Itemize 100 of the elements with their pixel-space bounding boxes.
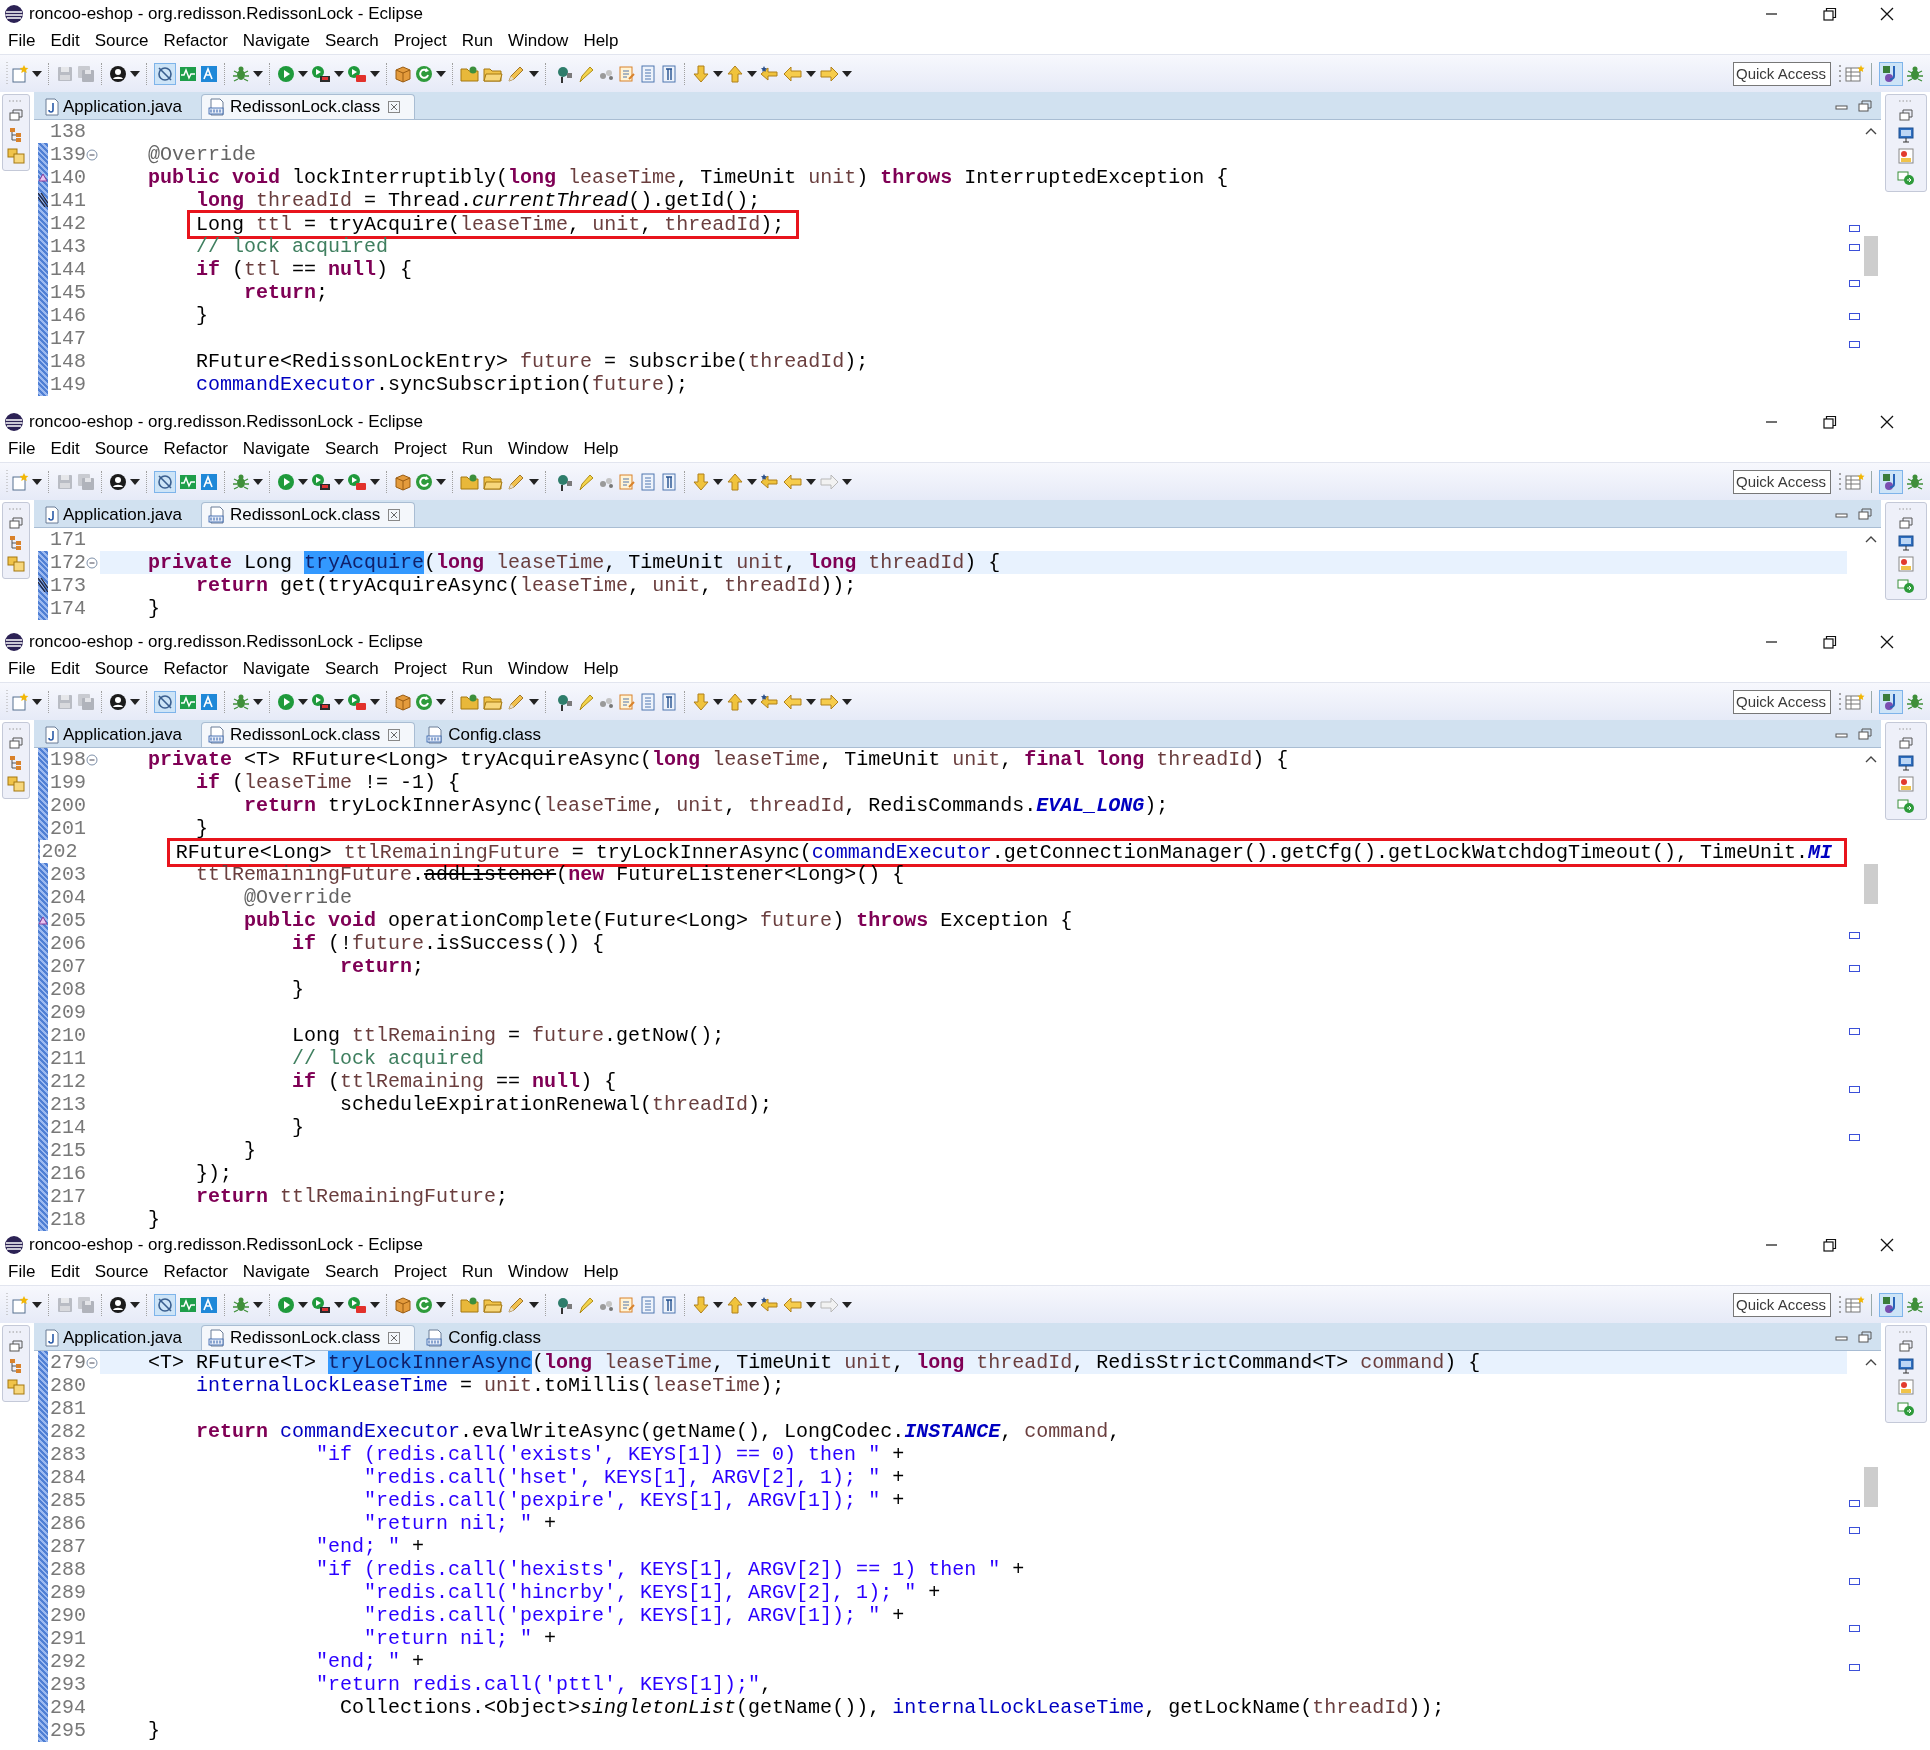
menu-item[interactable]: Search [324,439,379,459]
notepad-icon[interactable] [618,472,636,491]
square-icon[interactable] [200,1295,218,1314]
person-icon[interactable] [109,1295,127,1314]
caret-icon[interactable] [334,477,344,486]
menu-item[interactable]: Help [583,439,619,459]
caret-icon[interactable] [713,477,723,486]
person-icon[interactable] [109,692,127,711]
page-icon[interactable] [660,1295,678,1314]
person-icon[interactable] [109,472,127,491]
notepad-icon[interactable] [618,64,636,83]
folder-icon[interactable] [460,472,480,491]
packages-icon[interactable] [7,148,25,164]
menu-item[interactable]: Search [324,31,379,51]
menu-item[interactable]: Edit [50,659,80,679]
refresh-icon[interactable] [415,472,433,491]
menu-item[interactable]: Window [507,1262,569,1282]
editor-tab[interactable]: RedissonLock.class [201,1325,416,1350]
quick-access-field[interactable]: Quick Access [1733,689,1831,714]
close-icon[interactable] [388,1332,401,1344]
occurrence-mark[interactable] [1849,1663,1860,1671]
chart-icon[interactable] [179,1295,197,1314]
play-badge-icon[interactable] [311,692,331,711]
caret-icon[interactable] [130,697,140,706]
close-icon[interactable] [388,729,401,741]
editor-tab[interactable]: RedissonLock.class [201,722,416,747]
menu-item[interactable]: Source [94,659,149,679]
hierarchy-icon[interactable] [8,755,24,771]
box-icon[interactable] [394,1295,412,1314]
menu-item[interactable]: Source [94,1262,149,1282]
menu-item[interactable]: File [8,31,36,51]
arrow-icon[interactable] [1897,1400,1915,1416]
caret-icon[interactable] [253,1300,263,1309]
caret-icon[interactable] [806,697,816,706]
close-icon[interactable] [388,509,401,521]
folder-icon[interactable] [460,1295,480,1314]
bug-icon[interactable] [232,692,250,711]
collapse-icon[interactable] [86,753,98,766]
caret-icon[interactable] [842,69,852,78]
caret-icon[interactable] [130,69,140,78]
caret-icon[interactable] [32,1300,42,1309]
caret-icon[interactable] [806,69,816,78]
menu-item[interactable]: Project [393,659,447,679]
chart-icon[interactable] [179,64,197,83]
image-icon[interactable] [1898,556,1914,572]
editor-tab[interactable]: Application.java [38,722,198,747]
menu-item[interactable]: Run [461,1262,493,1282]
pencil-icon[interactable] [506,64,526,83]
image-icon[interactable] [1898,1379,1914,1395]
editor-tab[interactable]: RedissonLock.class [201,502,416,527]
page-icon[interactable] [660,692,678,711]
caret-icon[interactable] [253,697,263,706]
menu-item[interactable]: Project [393,439,447,459]
menu-item[interactable]: Project [393,1262,447,1282]
arrow-left-icon[interactable] [760,472,780,491]
caret-icon[interactable] [842,477,852,486]
caret-icon[interactable] [806,477,816,486]
scrollbar-thumb[interactable] [1864,236,1878,276]
maximize-icon[interactable] [1857,506,1873,521]
arrow-icon[interactable] [1897,577,1915,593]
caret-icon[interactable] [32,69,42,78]
caret-icon[interactable] [713,1300,723,1309]
editor-tab[interactable]: Application.java [38,94,198,119]
monitor-icon[interactable] [1898,535,1914,551]
caret-icon[interactable] [747,69,757,78]
caret-icon[interactable] [334,1300,344,1309]
caret-icon[interactable] [529,477,539,486]
caret-icon[interactable] [842,1300,852,1309]
square-icon[interactable] [200,64,218,83]
caret-icon[interactable] [842,697,852,706]
caret-icon[interactable] [806,1300,816,1309]
bug-icon[interactable] [1906,472,1924,491]
table-icon[interactable] [1845,1295,1865,1314]
play-icon[interactable] [277,64,295,83]
menu-item[interactable]: Edit [50,1262,80,1282]
occurrence-mark[interactable] [1849,280,1860,288]
chart-icon[interactable] [179,692,197,711]
menu-item[interactable]: Run [461,31,493,51]
bug-icon[interactable] [1906,1295,1924,1314]
play-icon[interactable] [277,692,295,711]
menu-item[interactable]: Navigate [242,439,310,459]
caret-icon[interactable] [529,69,539,78]
menu-item[interactable]: Source [94,439,149,459]
box-icon[interactable] [394,64,412,83]
play-badge-icon[interactable] [311,1295,331,1314]
perspective-icon[interactable] [1879,1292,1903,1317]
menu-item[interactable]: File [8,659,36,679]
scroll-up-icon[interactable] [1864,754,1878,764]
maximize-icon[interactable] [1857,726,1873,741]
caret-icon[interactable] [713,69,723,78]
play-badge-icon[interactable] [311,472,331,491]
packages-icon[interactable] [7,1379,25,1395]
maximize-icon[interactable] [1857,1329,1873,1344]
menu-item[interactable]: Window [507,439,569,459]
caret-icon[interactable] [747,1300,757,1309]
occurrence-mark[interactable] [1849,224,1860,232]
perspective-icon[interactable] [1879,469,1903,494]
scrollbar-thumb[interactable] [1864,1467,1878,1507]
perspective-icon[interactable] [1879,689,1903,714]
collapse-icon[interactable] [86,148,98,161]
